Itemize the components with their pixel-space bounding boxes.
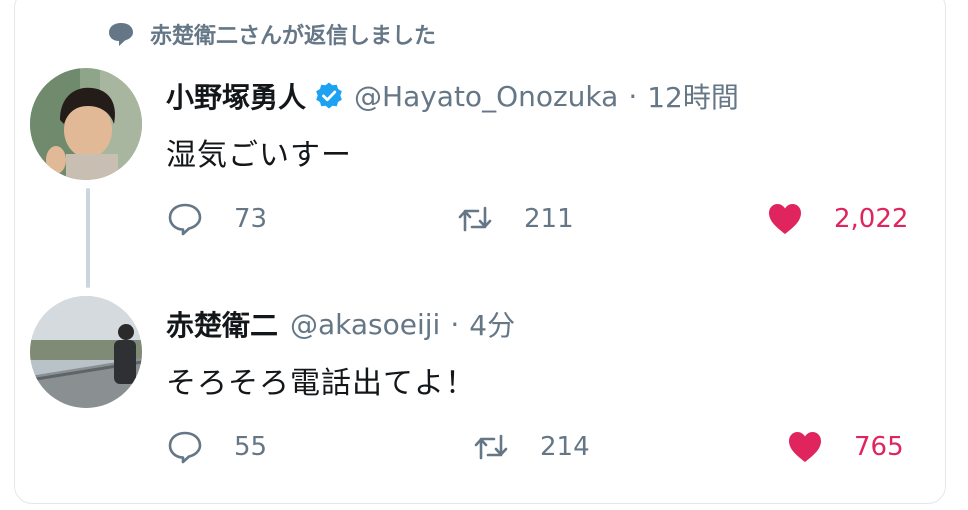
tweet-actions: 55 214 765 (166, 428, 926, 468)
verified-icon (314, 81, 344, 111)
heart-icon (769, 204, 801, 234)
tweet-header: 赤楚衛二 @akasoeiji · 4分 (166, 304, 515, 344)
handle[interactable]: @akasoeiji (290, 308, 440, 341)
handle[interactable]: @Hayato_Onozuka (354, 80, 618, 113)
like-count: 2,022 (834, 204, 909, 234)
meta-separator: · (450, 307, 460, 341)
reply-button[interactable]: 55 (166, 428, 267, 466)
retweet-button[interactable]: 211 (456, 200, 574, 238)
display-name[interactable]: 小野塚勇人 (166, 76, 306, 116)
retweet-count: 214 (540, 432, 590, 462)
retweet-button[interactable]: 214 (472, 428, 590, 466)
reply-context-text: 赤楚衛二さんが返信しました (150, 24, 437, 49)
like-button[interactable]: 765 (786, 428, 904, 466)
heart-icon (789, 432, 821, 462)
reply-count: 55 (234, 432, 268, 462)
reply-icon (168, 431, 202, 464)
timestamp[interactable]: 4分 (469, 304, 515, 344)
tweet-actions: 73 211 2,022 (166, 200, 926, 240)
tweet-header: 小野塚勇人 @Hayato_Onozuka · 12時間 (166, 76, 739, 116)
like-count: 765 (854, 432, 904, 462)
tweet-text: そろそろ電話出てよ！ (166, 366, 476, 401)
thread-connector-line (86, 188, 90, 288)
meta-separator: · (628, 79, 638, 113)
retweet-icon (458, 206, 492, 232)
avatar[interactable] (30, 68, 142, 180)
like-button[interactable]: 2,022 (766, 200, 908, 238)
retweet-icon (474, 434, 508, 460)
tweet-text: 湿気ごいすー (166, 138, 352, 173)
timestamp[interactable]: 12時間 (647, 76, 739, 116)
reply-button[interactable]: 73 (166, 200, 267, 238)
retweet-count: 211 (524, 204, 574, 234)
reply-context: 赤楚衛二さんが返信しました (106, 18, 436, 50)
display-name[interactable]: 赤楚衛二 (166, 304, 278, 344)
avatar[interactable] (30, 296, 142, 408)
reply-icon (168, 203, 202, 236)
comment-bubble-icon (109, 23, 133, 46)
reply-count: 73 (234, 204, 268, 234)
